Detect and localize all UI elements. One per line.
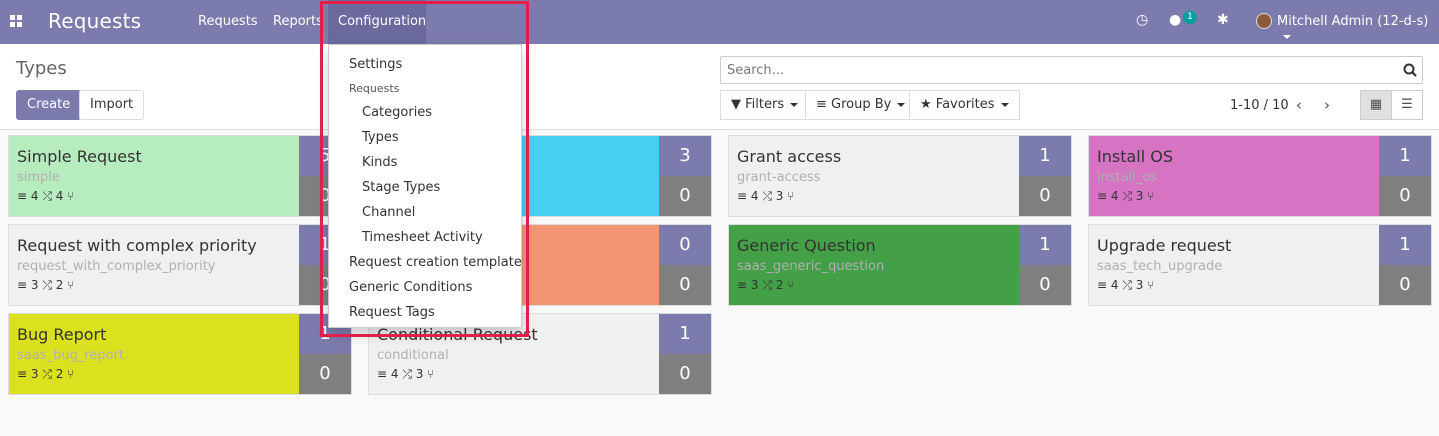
favorites-button[interactable]: ★ Favorites	[909, 90, 1020, 120]
card-title: Request with complex priority	[17, 236, 257, 255]
menu-requests[interactable]: Requests	[188, 0, 268, 44]
card-title: Upgrade request	[1097, 236, 1232, 255]
search-placeholder: Search...	[727, 63, 785, 78]
card-stats: ≡ 3 ⤮ 2 ⑂	[737, 278, 795, 292]
clock-icon[interactable]: ◷	[1136, 12, 1148, 28]
card-title: Generic Question	[737, 236, 876, 255]
card-code: saas_bug_report	[17, 348, 124, 363]
chevron-down-icon	[1000, 102, 1009, 107]
pager-value[interactable]: 1-10 / 10	[1230, 98, 1289, 113]
card-stats: ≡ 4 ⤮ 4 ⑂	[17, 189, 75, 203]
card-count-bottom: 0	[299, 354, 351, 394]
card-code: conditional	[377, 348, 449, 363]
control-panel: Types Create Import Search... ▼ Filters …	[0, 44, 1439, 130]
card-stats: ≡ 4 ⤮ 3 ⑂	[737, 189, 795, 203]
groupby-label: Group By	[831, 97, 892, 112]
card-count-top: 1	[659, 314, 711, 354]
card-code: simple	[17, 170, 60, 185]
card-count-bottom: 0	[659, 265, 711, 305]
card-count-bottom: 0	[1379, 265, 1431, 305]
card-count-top: 1	[1379, 136, 1431, 176]
bug-icon[interactable]: ✱	[1217, 12, 1229, 28]
kanban-card[interactable]: Grant access grant-access ≡ 4 ⤮ 3 ⑂ 1 0	[728, 135, 1072, 217]
card-title: Grant access	[737, 147, 842, 166]
card-count-top: 1	[1019, 136, 1071, 176]
card-count-bottom: 0	[1019, 176, 1071, 216]
filters-label: Filters	[745, 97, 785, 112]
card-title: Install OS	[1097, 147, 1173, 166]
message-count-badge: 1	[1183, 11, 1197, 24]
user-menu[interactable]: Mitchell Admin (12-d-s)	[1277, 14, 1439, 44]
chevron-down-icon	[790, 102, 799, 107]
groupby-button[interactable]: ≡ Group By	[805, 90, 917, 120]
top-navbar: Requests Requests Reports Configuration …	[0, 0, 1439, 44]
favorites-label: Favorites	[935, 97, 995, 112]
kanban-card[interactable]: Simple Request simple ≡ 4 ⤮ 4 ⑂ 5 0	[8, 135, 352, 217]
filters-button[interactable]: ▼ Filters	[720, 90, 810, 120]
filter-icon: ▼	[731, 97, 741, 112]
import-button[interactable]: Import	[79, 90, 145, 120]
card-code: saas_generic_question	[737, 259, 885, 274]
user-name: Mitchell Admin (12-d-s)	[1277, 14, 1429, 29]
card-count-top: 1	[1379, 225, 1431, 265]
chevron-right-icon[interactable]: ›	[1324, 96, 1330, 114]
card-stats: ≡ 3 ⤮ 2 ⑂	[17, 278, 75, 292]
chat-icon[interactable]: ●	[1169, 12, 1181, 28]
card-stats: ≡ 4 ⤮ 3 ⑂	[1097, 189, 1155, 203]
kanban-board: Simple Request simple ≡ 4 ⤮ 4 ⑂ 5 0 3 0 …	[0, 130, 1439, 436]
card-count-bottom: 0	[1019, 265, 1071, 305]
search-icon[interactable]	[1403, 63, 1417, 77]
card-stats: ≡ 4 ⤮ 3 ⑂	[377, 367, 435, 381]
apps-menu-icon[interactable]	[10, 15, 22, 27]
kanban-card[interactable]: Bug Report saas_bug_report ≡ 3 ⤮ 2 ⑂ 1 0	[8, 313, 352, 395]
card-code: request_with_complex_priority	[17, 259, 216, 274]
card-code: saas_tech_upgrade	[1097, 259, 1223, 274]
chevron-left-icon[interactable]: ‹	[1296, 96, 1302, 114]
kanban-view-icon[interactable]: ▦	[1360, 90, 1392, 120]
card-code: grant-access	[737, 170, 821, 185]
breadcrumb: Types	[16, 58, 67, 79]
kanban-card[interactable]: Generic Question saas_generic_question ≡…	[728, 224, 1072, 306]
kanban-card[interactable]: Install OS install_os ≡ 4 ⤮ 3 ⑂ 1 0	[1088, 135, 1432, 217]
card-count-bottom: 0	[659, 354, 711, 394]
chevron-down-icon	[897, 102, 906, 107]
card-count-bottom: 0	[659, 176, 711, 216]
list-icon: ≡	[816, 97, 827, 112]
card-count-top: 0	[659, 225, 711, 265]
card-title: Simple Request	[17, 147, 142, 166]
list-view-icon[interactable]: ☰	[1391, 90, 1423, 120]
card-count-top: 1	[1019, 225, 1071, 265]
card-stats: ≡ 3 ⤮ 2 ⑂	[17, 367, 75, 381]
card-stats: ≡ 4 ⤮ 3 ⑂	[1097, 278, 1155, 292]
card-code: install_os	[1097, 170, 1158, 185]
kanban-card[interactable]: Request with complex priority request_wi…	[8, 224, 352, 306]
create-button[interactable]: Create	[16, 90, 82, 120]
avatar	[1256, 13, 1272, 29]
highlight-box	[320, 1, 529, 337]
chevron-down-icon	[1283, 34, 1291, 39]
card-title: Bug Report	[17, 325, 107, 344]
app-brand[interactable]: Requests	[48, 9, 141, 33]
card-count-bottom: 0	[1379, 176, 1431, 216]
card-count-top: 3	[659, 136, 711, 176]
star-icon: ★	[920, 97, 932, 112]
search-input[interactable]: Search...	[720, 56, 1423, 84]
kanban-card[interactable]: Upgrade request saas_tech_upgrade ≡ 4 ⤮ …	[1088, 224, 1432, 306]
